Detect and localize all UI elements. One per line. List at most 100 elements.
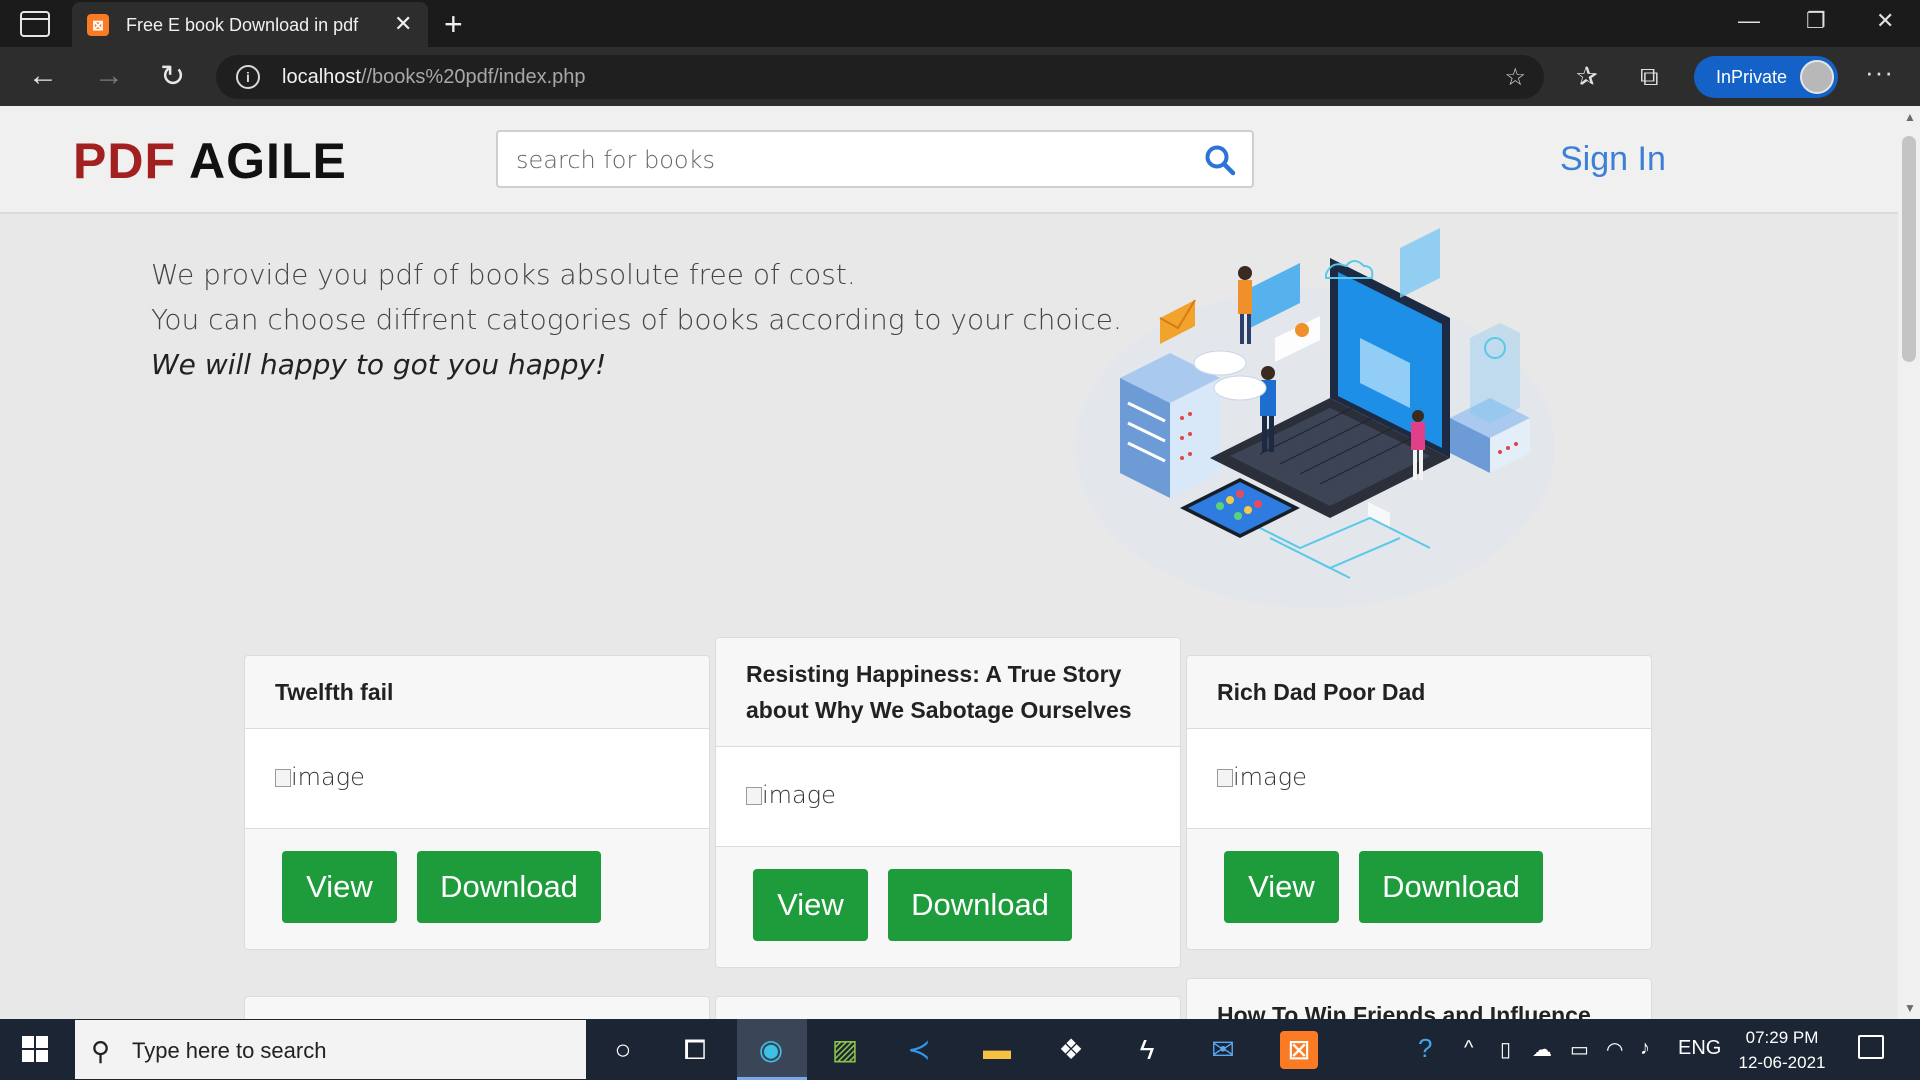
search-icon: ⚲ xyxy=(91,1036,111,1066)
book-title: Resisting Happiness: A True Story about … xyxy=(716,638,1180,747)
collections-icon[interactable]: ⧉ xyxy=(1640,61,1659,93)
book-card xyxy=(715,996,1181,1019)
back-arrow-icon[interactable]: ← xyxy=(28,59,58,93)
add-favorite-icon[interactable]: ☆ xyxy=(1504,63,1526,92)
broken-image-icon: image xyxy=(746,781,836,809)
windows-start-icon[interactable] xyxy=(22,1036,48,1062)
sign-in-link[interactable]: Sign In xyxy=(1560,140,1666,179)
view-button[interactable]: View xyxy=(282,851,397,923)
logo-agile-text: AGILE xyxy=(189,133,347,189)
notification-center-icon[interactable] xyxy=(1858,1035,1884,1059)
page-scrollbar[interactable]: ▲ ▼ xyxy=(1898,106,1920,1019)
card-actions: View Download xyxy=(1187,829,1651,949)
url-text[interactable]: localhost//books%20pdf/index.php xyxy=(282,66,586,89)
image-alt-text: image xyxy=(1233,763,1307,791)
more-options-icon[interactable]: ··· xyxy=(1865,57,1894,88)
book-card: How To Win Friends and Influence xyxy=(1186,978,1652,1019)
image-alt-text: image xyxy=(291,763,365,791)
profile-avatar-icon xyxy=(1800,60,1834,94)
vscode-icon[interactable]: ≺ xyxy=(900,1031,938,1069)
cortana-icon[interactable]: ○ xyxy=(604,1031,642,1069)
browser-tab-active[interactable]: ⊠ Free E book Download in pdf ✕ xyxy=(72,2,428,47)
forward-arrow-icon: → xyxy=(94,59,124,92)
view-button[interactable]: View xyxy=(1224,851,1339,923)
windows-taskbar: ⚲ Type here to search ○ ⧠ ◉ ▨ ≺ ▬ ❖ ϟ ✉ … xyxy=(0,1019,1920,1080)
inprivate-label: InPrivate xyxy=(1716,67,1788,87)
intro-line-2: You can choose diffrent catogories of bo… xyxy=(151,303,1122,336)
onedrive-cloud-icon[interactable]: ☁ xyxy=(1532,1037,1552,1062)
server-rack-left xyxy=(1120,353,1220,498)
page-viewport: PDF AGILE Sign In We provide you pdf of … xyxy=(0,106,1898,1019)
url-host: localhost xyxy=(282,66,361,88)
intro-text: We provide you pdf of books absolute fre… xyxy=(151,252,1122,387)
xampp-favicon-icon: ⊠ xyxy=(87,14,109,36)
book-search-input[interactable] xyxy=(516,146,1176,174)
xampp-icon[interactable]: ⊠ xyxy=(1280,1031,1318,1069)
taskbar-clock[interactable]: 07:29 PM 12-06-2021 xyxy=(1732,1025,1832,1075)
address-bar[interactable]: i localhost//books%20pdf/index.php ☆ xyxy=(216,55,1544,99)
scroll-down-arrow-icon[interactable]: ▼ xyxy=(1904,1001,1916,1015)
search-icon[interactable] xyxy=(1204,144,1236,176)
tab-title: Free E book Download in pdf xyxy=(126,15,359,35)
book-card: Resisting Happiness: A True Story about … xyxy=(715,637,1181,968)
browser-toolbar: ← → ↻ i localhost//books%20pdf/index.php… xyxy=(0,47,1920,106)
tab-actions-icon[interactable] xyxy=(20,11,50,37)
file-explorer-icon[interactable]: ▬ xyxy=(978,1031,1016,1069)
intro-line-1: We provide you pdf of books absolute fre… xyxy=(151,258,856,291)
book-title: Rich Dad Poor Dad xyxy=(1187,656,1651,729)
logo-pdf-text: PDF xyxy=(73,133,176,189)
site-logo[interactable]: PDF AGILE xyxy=(73,132,347,190)
intro-tagline: We will happy to got you happy! xyxy=(151,348,607,381)
task-view-icon[interactable]: ⧠ xyxy=(676,1031,714,1069)
refresh-icon[interactable]: ↻ xyxy=(160,59,185,94)
card-actions: View Download xyxy=(245,829,709,949)
site-info-icon[interactable]: i xyxy=(236,65,260,89)
mail-icon[interactable]: ✉ xyxy=(1204,1031,1242,1069)
book-image-area: image xyxy=(716,747,1180,847)
favorites-icon[interactable]: ✰ xyxy=(1576,61,1598,92)
clock-date: 12-06-2021 xyxy=(1738,1053,1826,1072)
download-button[interactable]: Download xyxy=(417,851,601,923)
taskbar-search-box[interactable]: ⚲ Type here to search xyxy=(75,1020,586,1079)
dropbox-icon[interactable]: ❖ xyxy=(1052,1031,1090,1069)
new-tab-button[interactable]: + xyxy=(444,6,463,43)
volume-icon[interactable]: ♪ xyxy=(1640,1037,1650,1060)
inprivate-button[interactable]: InPrivate xyxy=(1694,56,1838,98)
book-card xyxy=(244,996,710,1019)
show-hidden-icons-icon[interactable]: ^ xyxy=(1464,1037,1473,1060)
scroll-up-arrow-icon[interactable]: ▲ xyxy=(1904,110,1916,124)
close-window-button[interactable]: ✕ xyxy=(1876,8,1894,34)
scroll-thumb[interactable] xyxy=(1902,136,1916,362)
notepad-plus-icon[interactable]: ▨ xyxy=(826,1031,864,1069)
hero-illustration xyxy=(1075,228,1555,608)
browser-titlebar: ⊠ Free E book Download in pdf ✕ + — ❐ ✕ xyxy=(0,0,1920,47)
book-search-box xyxy=(496,130,1254,188)
url-path: //books%20pdf/index.php xyxy=(360,66,586,88)
language-indicator[interactable]: ENG xyxy=(1678,1037,1721,1060)
clock-time: 07:29 PM xyxy=(1745,1028,1819,1047)
site-header: PDF AGILE Sign In xyxy=(0,106,1898,214)
download-button[interactable]: Download xyxy=(1359,851,1543,923)
tab-close-icon[interactable]: ✕ xyxy=(394,11,412,37)
help-icon[interactable]: ? xyxy=(1418,1033,1432,1064)
book-image-area: image xyxy=(245,729,709,829)
book-title: How To Win Friends and Influence xyxy=(1187,979,1651,1019)
minimize-button[interactable]: — xyxy=(1738,8,1760,34)
view-button[interactable]: View xyxy=(753,869,868,941)
battery-icon[interactable]: ▭ xyxy=(1570,1037,1589,1062)
sublime-icon[interactable]: ϟ xyxy=(1128,1031,1166,1069)
broken-image-icon: image xyxy=(1217,763,1307,791)
download-button[interactable]: Download xyxy=(888,869,1072,941)
restore-button[interactable]: ❐ xyxy=(1806,8,1826,34)
book-title: Twelfth fail xyxy=(245,656,709,729)
book-card: Twelfth fail image View Download xyxy=(244,655,710,950)
image-alt-text: image xyxy=(762,781,836,809)
broken-image-icon: image xyxy=(275,763,365,791)
edge-browser-icon[interactable]: ◉ xyxy=(752,1031,790,1069)
device-icon[interactable]: ▯ xyxy=(1500,1037,1511,1062)
card-actions: View Download xyxy=(716,847,1180,967)
book-image-area: image xyxy=(1187,729,1651,829)
taskbar-search-placeholder: Type here to search xyxy=(132,1038,327,1063)
wifi-icon[interactable]: ◠ xyxy=(1606,1037,1623,1062)
book-card: Rich Dad Poor Dad image View Download xyxy=(1186,655,1652,950)
